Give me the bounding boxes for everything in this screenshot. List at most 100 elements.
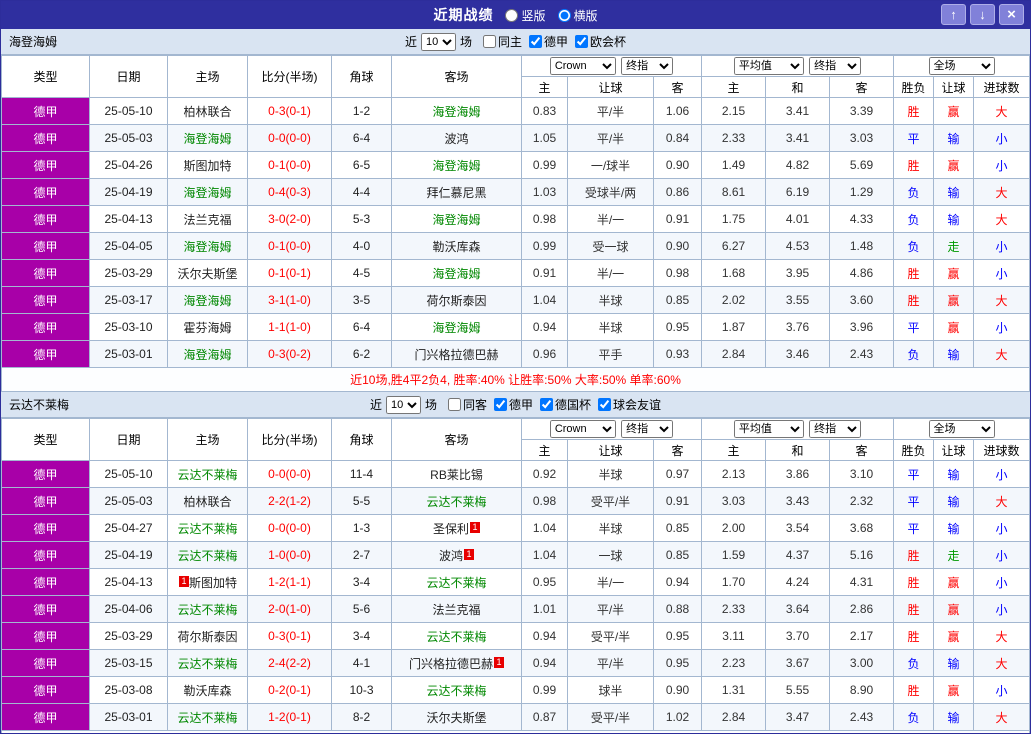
score-cell[interactable]: 0-3(0-1) [247, 622, 332, 650]
away-team-cell[interactable]: 云达不莱梅 [391, 568, 522, 596]
layout-option-vertical[interactable]: 竖版 [505, 7, 546, 24]
euro-odds-time-select[interactable]: 终指 [809, 57, 862, 75]
team-name-link[interactable]: 云达不莱梅 [177, 711, 237, 725]
team-name-link[interactable]: 勒沃库森 [183, 684, 231, 698]
score-cell[interactable]: 1-0(0-0) [247, 541, 332, 569]
score-cell[interactable]: 0-1(0-1) [247, 259, 332, 287]
filter-checkbox-德国杯[interactable]: 德国杯 [540, 396, 591, 413]
score-cell[interactable]: 3-1(1-0) [247, 286, 332, 314]
team-name-link[interactable]: 柏林联合 [183, 495, 231, 509]
team-name-link[interactable]: 法兰克福 [183, 213, 231, 227]
home-team-cell[interactable]: 海登海姆 [167, 286, 248, 314]
score-cell[interactable]: 0-3(0-2) [247, 340, 332, 368]
team-name-link[interactable]: RB莱比锡 [430, 468, 483, 482]
move-up-button[interactable]: ↑ [941, 4, 966, 25]
team-name-link[interactable]: 云达不莱梅 [177, 657, 237, 671]
team-name-link[interactable]: 圣保利 [433, 522, 469, 536]
team-name-link[interactable]: 海登海姆 [432, 213, 480, 227]
away-team-cell[interactable]: 拜仁慕尼黑 [391, 178, 522, 206]
home-team-cell[interactable]: 荷尔斯泰因 [167, 622, 248, 650]
home-team-cell[interactable]: 云达不莱梅 [167, 460, 248, 488]
score-cell[interactable]: 0-4(0-3) [247, 178, 332, 206]
checkbox-input[interactable] [482, 34, 496, 48]
home-team-cell[interactable]: 云达不莱梅 [167, 541, 248, 569]
away-team-cell[interactable]: 勒沃库森 [391, 232, 522, 260]
away-team-cell[interactable]: 海登海姆 [391, 313, 522, 341]
score-cell[interactable]: 0-1(0-0) [247, 232, 332, 260]
euro-average-select[interactable]: 平均值 [733, 57, 804, 75]
team-name-link[interactable]: 波鸿 [444, 132, 468, 146]
team-name-link[interactable]: 海登海姆 [183, 240, 231, 254]
home-team-cell[interactable]: 法兰克福 [167, 205, 248, 233]
home-team-cell[interactable]: 勒沃库森 [167, 676, 248, 704]
home-team-cell[interactable]: 云达不莱梅 [167, 703, 248, 731]
team-name-link[interactable]: 云达不莱梅 [177, 522, 237, 536]
score-cell[interactable]: 3-0(2-0) [247, 205, 332, 233]
team-name-link[interactable]: 斯图加特 [183, 159, 231, 173]
team-name-link[interactable]: 云达不莱梅 [426, 576, 486, 590]
home-team-cell[interactable]: 云达不莱梅 [167, 595, 248, 623]
home-team-cell[interactable]: 霍芬海姆 [167, 313, 248, 341]
team-name-link[interactable]: 斯图加特 [189, 576, 237, 590]
score-cell[interactable]: 2-4(2-2) [247, 649, 332, 677]
team-name-link[interactable]: 门兴格拉德巴赫 [409, 657, 493, 671]
score-cell[interactable]: 0-0(0-0) [247, 514, 332, 542]
checkbox-input[interactable] [529, 34, 542, 48]
team-name-link[interactable]: 海登海姆 [432, 105, 480, 119]
vertical-radio[interactable] [505, 8, 519, 22]
team-name-link[interactable]: 荷尔斯泰因 [177, 630, 237, 644]
home-team-cell[interactable]: 斯图加特 [167, 151, 248, 179]
filter-checkbox-同客[interactable]: 同客 [447, 396, 487, 413]
team-name-link[interactable]: 海登海姆 [183, 132, 231, 146]
score-cell[interactable]: 0-1(0-0) [247, 151, 332, 179]
score-cell[interactable]: 2-0(1-0) [247, 595, 332, 623]
checkbox-input[interactable] [540, 397, 554, 411]
score-cell[interactable]: 1-1(1-0) [247, 313, 332, 341]
home-team-cell[interactable]: 云达不莱梅 [167, 649, 248, 677]
score-cell[interactable]: 0-0(0-0) [247, 460, 332, 488]
team-name-link[interactable]: 沃尔夫斯堡 [426, 711, 486, 725]
full-match-select[interactable]: 全场 [928, 57, 995, 75]
close-button[interactable]: × [999, 4, 1024, 25]
team-name-link[interactable]: 沃尔夫斯堡 [177, 267, 237, 281]
team-name-link[interactable]: 海登海姆 [183, 348, 231, 362]
filter-checkbox-球会友谊[interactable]: 球会友谊 [598, 396, 661, 413]
team-name-link[interactable]: 柏林联合 [183, 105, 231, 119]
home-team-cell[interactable]: 云达不莱梅 [167, 514, 248, 542]
away-team-cell[interactable]: 海登海姆 [391, 97, 522, 125]
team-name-link[interactable]: 霍芬海姆 [183, 321, 231, 335]
away-team-cell[interactable]: 云达不莱梅 [391, 487, 522, 515]
home-team-cell[interactable]: 1 斯图加特 [167, 568, 248, 596]
team-name-link[interactable]: 海登海姆 [183, 294, 231, 308]
match-count-select[interactable]: 10 [385, 395, 421, 414]
home-team-cell[interactable]: 海登海姆 [167, 178, 248, 206]
home-team-cell[interactable]: 海登海姆 [167, 232, 248, 260]
score-cell[interactable]: 2-2(1-2) [247, 487, 332, 515]
away-team-cell[interactable]: 法兰克福 [391, 595, 522, 623]
asian-odds-time-select[interactable]: 终指 [621, 420, 674, 438]
team-name-link[interactable]: 云达不莱梅 [426, 684, 486, 698]
team-name-link[interactable]: 波鸿 [439, 549, 463, 563]
horizontal-radio[interactable] [557, 8, 571, 22]
team-name-link[interactable]: 海登海姆 [432, 267, 480, 281]
euro-average-select[interactable]: 平均值 [733, 420, 804, 438]
team-name-link[interactable]: 勒沃库森 [432, 240, 480, 254]
bookmaker-select[interactable]: Crown [549, 57, 616, 75]
team-name-link[interactable]: 云达不莱梅 [426, 630, 486, 644]
checkbox-input[interactable] [494, 397, 507, 411]
away-team-cell[interactable]: RB莱比锡 [391, 460, 522, 488]
home-team-cell[interactable]: 沃尔夫斯堡 [167, 259, 248, 287]
away-team-cell[interactable]: 海登海姆 [391, 205, 522, 233]
team-name-link[interactable]: 云达不莱梅 [177, 549, 237, 563]
score-cell[interactable]: 0-3(0-1) [247, 97, 332, 125]
team-name-link[interactable]: 法兰克福 [432, 603, 480, 617]
away-team-cell[interactable]: 海登海姆 [391, 151, 522, 179]
checkbox-input[interactable] [447, 397, 461, 411]
away-team-cell[interactable]: 门兴格拉德巴赫 [391, 340, 522, 368]
team-name-link[interactable]: 海登海姆 [432, 159, 480, 173]
score-cell[interactable]: 0-2(0-1) [247, 676, 332, 704]
asian-odds-time-select[interactable]: 终指 [621, 57, 674, 75]
filter-checkbox-同主[interactable]: 同主 [482, 33, 522, 50]
team-name-link[interactable]: 云达不莱梅 [177, 468, 237, 482]
team-name-link[interactable]: 海登海姆 [432, 321, 480, 335]
